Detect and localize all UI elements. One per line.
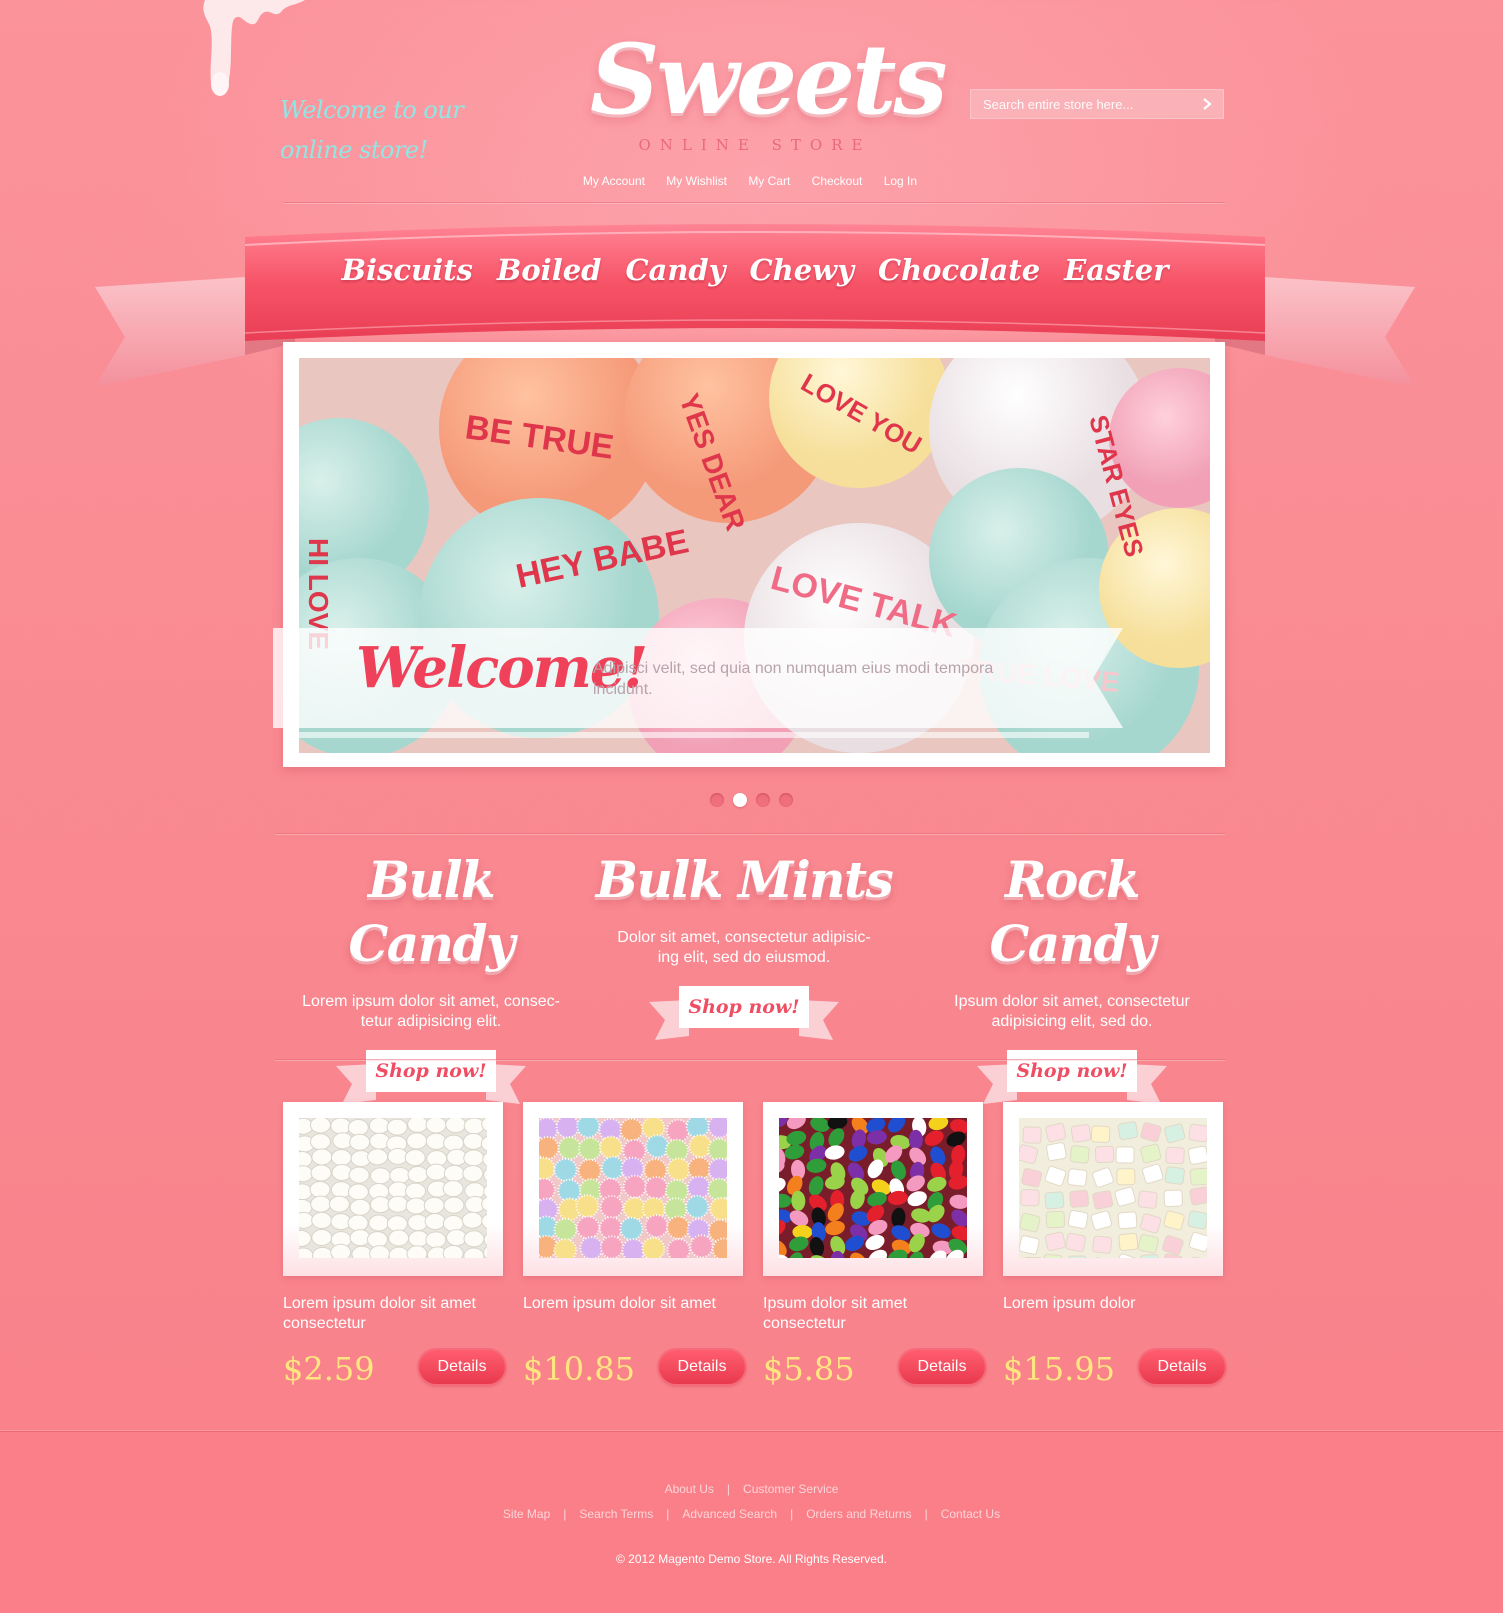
nav-item-easter[interactable]: Easter bbox=[1058, 253, 1174, 287]
footer-link-about-us[interactable]: About Us bbox=[665, 1482, 714, 1496]
slider-text: Adipisci velit, sed quia non numquam eiu… bbox=[593, 658, 1033, 700]
nav-item-chocolate[interactable]: Chocolate bbox=[872, 253, 1046, 287]
footer-separator: | bbox=[790, 1507, 793, 1521]
footer-separator: | bbox=[666, 1507, 669, 1521]
footer-links-secondary: Site Map | Search Terms | Advanced Search | Or… bbox=[0, 1507, 1503, 1521]
product-price: $10.85 bbox=[523, 1350, 635, 1388]
product-image-white-mints bbox=[299, 1118, 487, 1258]
footer-link-search-terms[interactable]: Search Terms bbox=[579, 1507, 653, 1521]
footer-link-orders-and-returns[interactable]: Orders and Returns bbox=[806, 1507, 911, 1521]
nav-item-candy[interactable]: Candy bbox=[619, 253, 731, 287]
copyright: © 2012 Magento Demo Store. All Rights Re… bbox=[0, 1552, 1503, 1566]
product-card: Lorem ipsum dolor sit amet consectetur $… bbox=[283, 1102, 503, 1390]
section-divider bbox=[275, 1059, 1225, 1060]
category-description: Ipsum dolor sit amet, consectetur adipis… bbox=[922, 992, 1222, 1032]
shop-now-label: Shop now! bbox=[336, 1060, 526, 1082]
category-description: Lorem ipsum dolor sit amet, consec-tetur… bbox=[281, 992, 581, 1032]
top-link-log-in[interactable]: Log In bbox=[884, 174, 917, 188]
category-description: Dolor sit amet, consectetur adipisic-ing… bbox=[594, 928, 894, 968]
slider-pagination bbox=[710, 793, 800, 809]
footer-link-advanced-search[interactable]: Advanced Search bbox=[682, 1507, 777, 1521]
product-card: Lorem ipsum dolor $15.95 Details bbox=[1003, 1102, 1223, 1390]
category-bulk-mints: Bulk Mints Dolor sit amet, consectetur a… bbox=[594, 848, 894, 1042]
product-image-frame[interactable] bbox=[763, 1102, 983, 1276]
product-price: $15.95 bbox=[1003, 1350, 1115, 1388]
nav-item-biscuits[interactable]: Biscuits bbox=[335, 253, 478, 287]
nav-item-chewy[interactable]: Chewy bbox=[744, 253, 860, 287]
details-button[interactable]: Details bbox=[1139, 1350, 1225, 1384]
product-card: Lorem ipsum dolor sit amet $10.85 Detail… bbox=[523, 1102, 743, 1390]
product-image-frame[interactable] bbox=[523, 1102, 743, 1276]
product-name[interactable]: Ipsum dolor sit amet consectetur bbox=[763, 1294, 983, 1336]
top-link-my-cart[interactable]: My Cart bbox=[748, 174, 790, 188]
footer-links-primary: About Us | Customer Service bbox=[0, 1482, 1503, 1496]
product-image-frame[interactable] bbox=[1003, 1102, 1223, 1276]
slider-dot[interactable] bbox=[710, 793, 724, 807]
category-bulk-candy: Bulk Candy Lorem ipsum dolor sit amet, c… bbox=[281, 848, 581, 1106]
nav-item-boiled[interactable]: Boiled bbox=[491, 253, 608, 287]
top-links: My Account My Wishlist My Cart Checkout … bbox=[560, 174, 940, 188]
shop-now-label: Shop now! bbox=[649, 996, 839, 1018]
product-image-pastel-mints bbox=[1019, 1118, 1207, 1258]
shop-now-label: Shop now! bbox=[977, 1060, 1167, 1082]
top-link-my-wishlist[interactable]: My Wishlist bbox=[666, 174, 727, 188]
slider-dot[interactable] bbox=[733, 793, 747, 807]
product-name[interactable]: Lorem ipsum dolor bbox=[1003, 1294, 1223, 1336]
details-button[interactable]: Details bbox=[419, 1350, 505, 1384]
search-input[interactable] bbox=[971, 90, 1191, 118]
footer-link-contact-us[interactable]: Contact Us bbox=[941, 1507, 1000, 1521]
product-image-nonpareils bbox=[539, 1118, 727, 1258]
product-price: $5.85 bbox=[763, 1350, 855, 1388]
logo[interactable]: Sweets ONLINE STORE bbox=[590, 30, 920, 154]
product-name[interactable]: Lorem ipsum dolor sit amet bbox=[523, 1294, 743, 1336]
product-price: $2.59 bbox=[283, 1350, 375, 1388]
top-link-my-account[interactable]: My Account bbox=[583, 174, 645, 188]
search-button[interactable] bbox=[1191, 90, 1223, 118]
category-nav: Biscuits Boiled Candy Chewy Chocolate Ea… bbox=[370, 245, 1140, 295]
search-box bbox=[970, 89, 1224, 119]
welcome-message: Welcome to our online store! bbox=[280, 90, 520, 170]
product-card: Ipsum dolor sit amet consectetur $5.85 D… bbox=[763, 1102, 983, 1390]
product-image-frame[interactable] bbox=[283, 1102, 503, 1276]
product-image-jelly-beans bbox=[779, 1118, 967, 1258]
section-divider bbox=[275, 833, 1225, 834]
footer-separator: | bbox=[925, 1507, 928, 1521]
logo-title: Sweets bbox=[590, 30, 920, 130]
chevron-right-icon bbox=[1202, 98, 1212, 110]
shop-now-button[interactable]: Shop now! bbox=[649, 986, 839, 1042]
details-button[interactable]: Details bbox=[659, 1350, 745, 1384]
category-title: Bulk Mints bbox=[594, 848, 894, 912]
category-title: Bulk Candy bbox=[281, 848, 581, 976]
footer-link-customer-service[interactable]: Customer Service bbox=[743, 1482, 838, 1496]
details-button[interactable]: Details bbox=[899, 1350, 985, 1384]
header-divider bbox=[283, 202, 1225, 203]
logo-subtitle: ONLINE STORE bbox=[590, 136, 920, 154]
category-title: Rock Candy bbox=[922, 848, 1222, 976]
top-link-checkout[interactable]: Checkout bbox=[812, 174, 863, 188]
category-rock-candy: Rock Candy Ipsum dolor sit amet, consect… bbox=[922, 848, 1222, 1106]
footer-separator: | bbox=[563, 1507, 566, 1521]
slider-dot[interactable] bbox=[756, 793, 770, 807]
footer-separator: | bbox=[727, 1482, 730, 1496]
product-name[interactable]: Lorem ipsum dolor sit amet consectetur bbox=[283, 1294, 503, 1336]
footer-link-site-map[interactable]: Site Map bbox=[503, 1507, 550, 1521]
footer bbox=[0, 1430, 1503, 1613]
slider-dot[interactable] bbox=[779, 793, 793, 807]
